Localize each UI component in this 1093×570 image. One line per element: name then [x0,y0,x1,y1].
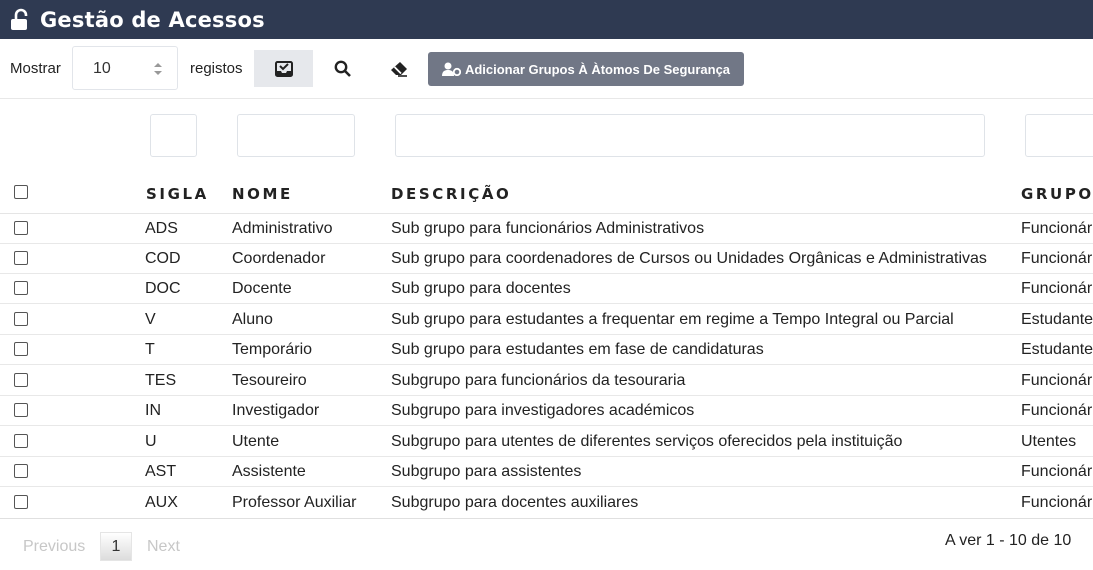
cell-descricao: Sub grupo para docentes [391,280,571,297]
cell-sigla: AUX [145,494,178,511]
cell-sigla: TES [145,372,177,389]
row-checkbox[interactable] [14,342,28,356]
cell-nome: Assistente [232,463,306,480]
cell-grupo: Estudante [1021,311,1093,328]
cell-sigla: AST [145,463,177,480]
pagination-previous[interactable]: Previous [23,538,85,556]
cell-descricao: Subgrupo para assistentes [391,463,582,480]
row-checkbox[interactable] [14,434,28,448]
row-checkbox[interactable] [14,221,28,235]
row-checkbox[interactable] [14,251,28,265]
page-title: Gestão de Acessos [40,7,265,32]
cell-descricao: Subgrupo para docentes auxiliares [391,494,639,511]
cell-nome: Utente [232,433,280,450]
table-row[interactable]: U Utente Subgrupo para utentes de difere… [0,427,1093,457]
cell-grupo: Funcionár [1021,250,1093,267]
cell-grupo: Utentes [1021,433,1077,450]
export-button[interactable] [254,50,313,87]
cell-nome: Tesoureiro [232,372,307,389]
table-row[interactable]: V Aluno Sub grupo para estudantes a freq… [0,305,1093,335]
cell-grupo: Funcionár [1021,372,1093,389]
table-info: A ver 1 - 10 de 10 [945,532,1072,549]
cell-grupo: Funcionár [1021,280,1093,297]
app-header: Gestão de Acessos [0,0,1093,39]
row-checkbox[interactable] [14,281,28,295]
table-footer-divider [0,518,1093,519]
cell-sigla: V [145,311,156,328]
cell-descricao: Sub grupo para coordenadores de Cursos o… [391,250,987,267]
cell-grupo: Estudante [1021,341,1093,358]
add-groups-label: Adicionar Grupos À Àtomos De Segurança [464,61,731,77]
table-row[interactable]: AST Assistente Subgrupo para assistentes… [0,457,1093,487]
eraser-icon [391,61,407,77]
cell-sigla: U [145,433,157,450]
cell-nome: Investigador [232,402,320,419]
row-checkbox[interactable] [14,403,28,417]
cell-descricao: Sub grupo para funcionários Administrati… [391,220,705,237]
cell-nome: Administrativo [232,220,333,237]
cell-sigla: IN [145,402,161,419]
filter-sigla-input[interactable] [150,114,197,157]
pagination-next[interactable]: Next [147,538,180,556]
table-row[interactable]: COD Coordenador Sub grupo para coordenad… [0,244,1093,274]
filter-grupo-input[interactable] [1025,114,1093,157]
cell-sigla: DOC [145,280,181,297]
table-toolbar: Mostrar 10 registos Adicionar Grupos À À… [0,46,1093,92]
table-row[interactable]: T Temporário Sub grupo para estudantes e… [0,335,1093,365]
cell-nome: Coordenador [232,250,326,267]
cell-sigla: ADS [145,220,178,237]
table-row[interactable]: IN Investigador Subgrupo para investigad… [0,396,1093,426]
page-length-select[interactable]: 10 [72,46,178,90]
records-label: registos [190,60,243,77]
cell-grupo: Funcionár [1021,494,1093,511]
row-checkbox[interactable] [14,495,28,509]
search-button[interactable] [320,50,364,87]
table-row[interactable]: DOC Docente Sub grupo para docentes Func… [0,274,1093,304]
column-header-descricao[interactable]: DESCRIÇÃO [391,185,511,203]
cell-grupo: Funcionár [1021,220,1093,237]
cell-nome: Docente [232,280,292,297]
cell-sigla: T [145,341,155,358]
table-row[interactable]: AUX Professor Auxiliar Subgrupo para doc… [0,488,1093,518]
pagination-page-1[interactable]: 1 [100,532,132,561]
search-icon [334,60,351,77]
cell-descricao: Sub grupo para estudantes em fase de can… [391,341,764,358]
column-header-nome[interactable]: NOME [232,185,293,203]
cell-descricao: Subgrupo para funcionários da tesouraria [391,372,686,389]
show-label: Mostrar [10,60,61,77]
filter-nome-input[interactable] [237,114,355,157]
cell-sigla: COD [145,250,181,267]
divider [0,98,1093,99]
add-groups-button[interactable]: Adicionar Grupos À Àtomos De Segurança [428,52,744,86]
row-checkbox[interactable] [14,464,28,478]
cell-nome: Temporário [232,341,313,358]
cell-grupo: Funcionár [1021,402,1093,419]
row-checkbox[interactable] [14,312,28,326]
cell-descricao: Subgrupo para investigadores académicos [391,402,695,419]
filter-descricao-input[interactable] [395,114,985,157]
cell-nome: Aluno [232,311,273,328]
unlock-icon [9,7,35,33]
table-row[interactable]: TES Tesoureiro Subgrupo para funcionário… [0,366,1093,396]
cell-descricao: Subgrupo para utentes de diferentes serv… [391,433,903,450]
column-header-sigla[interactable]: SIGLA [146,185,209,203]
column-header-grupo[interactable]: GRUPO [1021,185,1093,203]
cell-descricao: Sub grupo para estudantes a frequentar e… [391,311,954,328]
row-checkbox[interactable] [14,373,28,387]
page-length-value: 10 [93,60,111,77]
table-row[interactable]: ADS Administrativo Sub grupo para funcio… [0,214,1093,244]
cell-grupo: Funcionár [1021,463,1093,480]
select-all-checkbox[interactable] [14,185,28,199]
inbox-check-icon [274,60,293,77]
cell-nome: Professor Auxiliar [232,494,357,511]
spinner-arrows-icon [154,63,162,75]
user-cog-icon [441,62,461,76]
clear-filters-button[interactable] [377,50,421,87]
